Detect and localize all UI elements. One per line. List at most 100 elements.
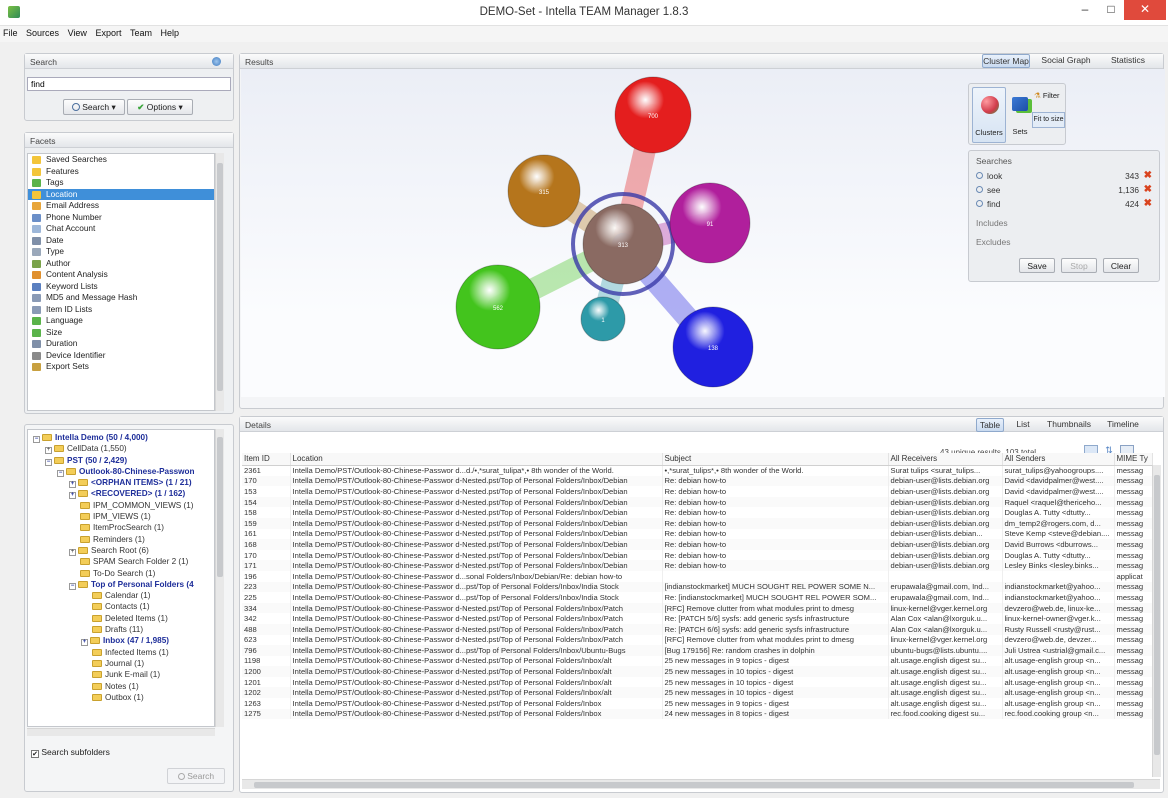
facet-item[interactable]: Language — [28, 315, 214, 327]
facet-item[interactable]: Chat Account — [28, 223, 214, 235]
facet-item[interactable]: Saved Searches — [28, 154, 214, 166]
expand-toggle-icon[interactable]: − — [33, 436, 40, 443]
tree-node[interactable]: Outbox (1) — [28, 692, 214, 703]
table-row[interactable]: 488 Intella Demo/PST/Outlook-80-Chinese-P… — [242, 623, 1153, 635]
table-row[interactable]: 223 Intella Demo/PST/Outlook-80-Chinese-P… — [242, 581, 1153, 593]
filter-button[interactable]: ⚗ Filter — [1034, 91, 1060, 100]
facet-item[interactable]: MD5 and Message Hash — [28, 292, 214, 304]
tree-node[interactable]: + Inbox (47 / 1,985) — [28, 635, 214, 647]
tree-node[interactable]: Reminders (1) — [28, 534, 214, 545]
table-row[interactable]: 1263 Intella Demo/PST/Outlook-80-Chinese-… — [242, 698, 1153, 709]
table-row[interactable]: 1275 Intella Demo/PST/Outlook-80-Chinese-… — [242, 708, 1153, 720]
tab-thumbnails[interactable]: Thumbnails — [1042, 418, 1096, 432]
facet-item[interactable]: Tags — [28, 177, 214, 189]
options-button[interactable]: ✔ Options ▾ — [127, 99, 193, 115]
tree-node[interactable]: − PST (50 / 2,429) — [28, 455, 214, 466]
menu-team[interactable]: Team — [127, 26, 155, 38]
table-row[interactable]: 153 Intella Demo/PST/Outlook-80-Chinese-P… — [242, 486, 1153, 497]
tree-node[interactable]: Deleted Items (1) — [28, 613, 214, 624]
tree-node[interactable]: To-Do Search (1) — [28, 568, 214, 579]
facet-item[interactable]: Export Sets — [28, 361, 214, 373]
column-header[interactable]: MIME Ty — [1114, 453, 1153, 466]
tree-node[interactable]: IPM_VIEWS (1) — [28, 511, 214, 522]
search-button[interactable]: Search ▾ — [63, 99, 125, 115]
table-row[interactable]: 170 Intella Demo/PST/Outlook-80-Chinese-P… — [242, 549, 1153, 561]
column-header[interactable]: All Senders — [1002, 453, 1115, 466]
column-header[interactable]: Subject — [662, 453, 889, 466]
tree-node[interactable]: − Top of Personal Folders (4 — [28, 579, 214, 590]
table-row[interactable]: 159 Intella Demo/PST/Outlook-80-Chinese-P… — [242, 517, 1153, 529]
facet-item[interactable]: Location — [28, 188, 214, 200]
tree-node[interactable]: IPM_COMMON_VIEWS (1) — [28, 500, 214, 511]
close-button[interactable]: ✕ — [1124, 0, 1166, 20]
sets-button[interactable]: Sets — [1009, 87, 1031, 143]
table-row[interactable]: 1198 Intella Demo/PST/Outlook-80-Chinese-… — [242, 655, 1153, 667]
table-row[interactable]: 161 Intella Demo/PST/Outlook-80-Chinese-P… — [242, 528, 1153, 540]
facet-item[interactable]: Duration — [28, 338, 214, 350]
expand-toggle-icon[interactable]: − — [69, 582, 76, 590]
tree-scrollbar-thumb[interactable] — [217, 437, 223, 577]
tree-node[interactable]: Drafts (11) — [28, 624, 214, 635]
table-row[interactable]: 196 Intella Demo/PST/Outlook-80-Chinese-P… — [242, 570, 1153, 582]
expand-toggle-icon[interactable]: + — [81, 639, 88, 647]
facet-item[interactable]: Phone Number — [28, 212, 214, 224]
search-settings-icon[interactable] — [212, 57, 221, 66]
column-header[interactable]: Location — [290, 453, 663, 466]
table-row[interactable]: 225 Intella Demo/PST/Outlook-80-Chinese-P… — [242, 592, 1153, 603]
facet-item[interactable]: Device Identifier — [28, 350, 214, 362]
facet-item[interactable]: Size — [28, 327, 214, 339]
facet-item[interactable]: Features — [28, 166, 214, 178]
column-header[interactable]: Item ID — [242, 453, 291, 466]
menu-file[interactable]: File — [0, 26, 21, 38]
tree-node[interactable]: Infected Items (1) — [28, 647, 214, 658]
tree-node[interactable]: + Search Root (6) — [28, 545, 214, 556]
tree-node[interactable]: + CellData (1,550) — [28, 443, 214, 455]
facet-item[interactable]: Date — [28, 235, 214, 247]
table-row[interactable]: 2361 Intella Demo/PST/Outlook-80-Chinese-… — [242, 465, 1153, 476]
facet-scrollbar[interactable] — [215, 153, 224, 411]
table-row[interactable]: 1200 Intella Demo/PST/Outlook-80-Chinese-… — [242, 666, 1153, 677]
search-entry[interactable]: find 424 ✖ — [969, 197, 1161, 211]
facet-item[interactable]: Type — [28, 246, 214, 258]
table-row[interactable]: 154 Intella Demo/PST/Outlook-80-Chinese-P… — [242, 496, 1153, 508]
tab-statistics[interactable]: Statistics — [1102, 54, 1154, 68]
tree-node[interactable]: + <ORPHAN ITEMS> (1 / 21) — [28, 477, 214, 489]
table-row[interactable]: 1202 Intella Demo/PST/Outlook-80-Chinese-… — [242, 687, 1153, 699]
facet-scrollbar-thumb[interactable] — [217, 163, 223, 391]
facet-item[interactable]: Author — [28, 258, 214, 270]
remove-search-icon[interactable]: ✖ — [1144, 197, 1152, 211]
tree-node[interactable]: Junk E-mail (1) — [28, 669, 214, 680]
tree-node[interactable]: Calendar (1) — [28, 590, 214, 601]
table-row[interactable]: 334 Intella Demo/PST/Outlook-80-Chinese-P… — [242, 602, 1153, 614]
stop-button[interactable]: Stop — [1061, 258, 1097, 273]
clusters-button[interactable]: Clusters — [972, 87, 1006, 143]
menu-export[interactable]: Export — [92, 26, 124, 38]
results-hscrollbar[interactable] — [242, 779, 1160, 789]
menu-sources[interactable]: Sources — [23, 26, 62, 38]
table-row[interactable]: 1201 Intella Demo/PST/Outlook-80-Chinese-… — [242, 676, 1153, 688]
tab-table[interactable]: Table — [976, 418, 1004, 432]
facet-item[interactable]: Item ID Lists — [28, 304, 214, 316]
remove-search-icon[interactable]: ✖ — [1144, 169, 1152, 183]
table-row[interactable]: 158 Intella Demo/PST/Outlook-80-Chinese-P… — [242, 507, 1153, 518]
tab-social-graph[interactable]: Social Graph — [1038, 54, 1094, 68]
tab-list[interactable]: List — [1012, 418, 1034, 432]
results-scrollbar[interactable] — [1152, 465, 1161, 777]
expand-toggle-icon[interactable]: + — [45, 447, 52, 455]
tree-node[interactable]: − Outlook-80-Chinese-Passwon — [28, 466, 214, 477]
tree-scrollbar[interactable] — [215, 429, 224, 727]
tree-node[interactable]: Journal (1) — [28, 658, 214, 669]
table-row[interactable]: 171 Intella Demo/PST/Outlook-80-Chinese-P… — [242, 560, 1153, 571]
tree-node[interactable]: SPAM Search Folder 2 (1) — [28, 556, 214, 567]
table-row[interactable]: 342 Intella Demo/PST/Outlook-80-Chinese-P… — [242, 613, 1153, 624]
tree-node[interactable]: Contacts (1) — [28, 601, 214, 612]
tree-node[interactable]: ItemProcSearch (1) — [28, 522, 214, 533]
menu-help[interactable]: Help — [158, 26, 183, 38]
maximize-button[interactable]: □ — [1098, 0, 1124, 20]
table-row[interactable]: 623 Intella Demo/PST/Outlook-80-Chinese-P… — [242, 634, 1153, 646]
remove-search-icon[interactable]: ✖ — [1144, 183, 1152, 197]
column-header[interactable]: All Receivers — [888, 453, 1003, 466]
facet-item[interactable]: Keyword Lists — [28, 281, 214, 293]
results-hscrollbar-thumb[interactable] — [254, 782, 1134, 788]
expand-toggle-icon[interactable]: − — [57, 469, 64, 477]
